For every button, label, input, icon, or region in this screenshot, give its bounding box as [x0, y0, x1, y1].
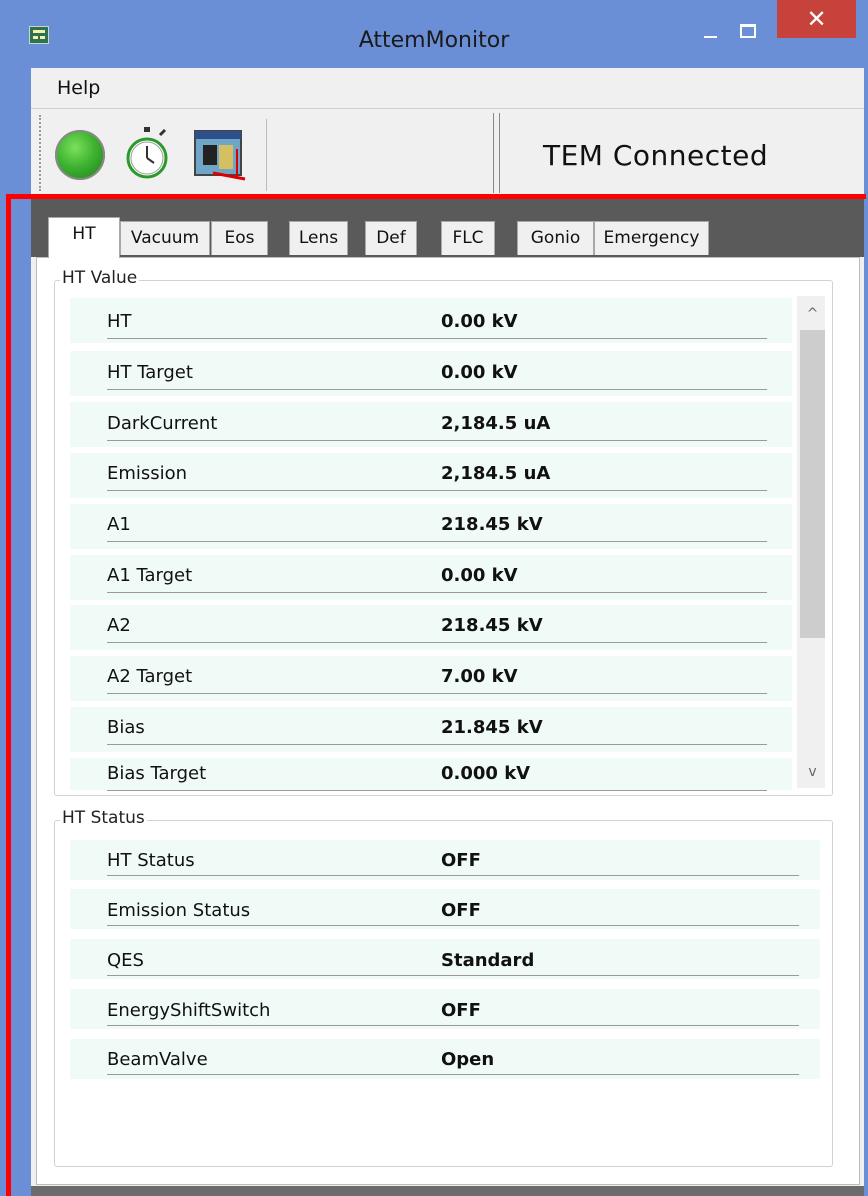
tab-gonio[interactable]: Gonio	[517, 221, 594, 255]
row-divider	[107, 1074, 799, 1075]
tab-def[interactable]: Def	[365, 221, 417, 255]
row-label: HT Status	[107, 850, 195, 871]
app-window: AttemMonitor ✕ Help TEM Connected HT Vac…	[0, 0, 868, 1196]
tab-emergency[interactable]: Emergency	[594, 221, 709, 255]
row-label: BeamValve	[107, 1049, 208, 1070]
tab-panel-ht: HT Value HT 0.00 kV HT Target 0.00 kV Da…	[36, 257, 860, 1185]
maximize-button[interactable]	[731, 16, 763, 42]
row-label: Emission Status	[107, 900, 251, 921]
scrollbar-thumb[interactable]	[800, 330, 825, 638]
ht-value-title: HT Value	[60, 268, 140, 288]
row-label: DarkCurrent	[107, 413, 218, 434]
row-value: 0.00 kV	[441, 565, 518, 586]
window-bottom-border	[31, 1186, 864, 1196]
tab-lens[interactable]: Lens	[289, 221, 348, 255]
row-divider	[107, 642, 767, 643]
row-divider	[107, 975, 799, 976]
row-divider	[107, 440, 767, 441]
tab-eos[interactable]: Eos	[211, 221, 268, 255]
row-value: 0.000 kV	[441, 763, 531, 784]
toolbar: TEM Connected	[31, 109, 864, 197]
row-value: 218.45 kV	[441, 514, 543, 535]
row-label: A1 Target	[107, 565, 193, 586]
toolbar-grip[interactable]	[39, 115, 45, 191]
row-label: EnergyShiftSwitch	[107, 1000, 271, 1021]
stopwatch-icon[interactable]	[124, 125, 170, 185]
menu-help[interactable]: Help	[57, 77, 100, 99]
connection-status: TEM Connected	[543, 139, 769, 172]
row-value: Open	[441, 1049, 495, 1070]
close-button[interactable]: ✕	[777, 0, 856, 38]
row-divider	[107, 744, 767, 745]
table-row	[70, 707, 792, 752]
row-value: 7.00 kV	[441, 666, 518, 687]
row-label: HT Target	[107, 362, 193, 383]
row-label: Emission	[107, 463, 188, 484]
scroll-up-arrow-icon[interactable]: ^	[800, 302, 825, 326]
tab-ht[interactable]: HT	[48, 217, 120, 258]
row-value: 2,184.5 uA	[441, 463, 551, 484]
row-divider	[107, 790, 767, 791]
minimize-button[interactable]	[694, 20, 726, 46]
row-value: 0.00 kV	[441, 311, 518, 332]
row-divider	[107, 693, 767, 694]
tool-window-icon[interactable]	[193, 129, 251, 183]
title-bar[interactable]: AttemMonitor ✕	[0, 0, 868, 64]
highlight-frame-top	[8, 194, 866, 199]
row-label: HT	[107, 311, 132, 332]
row-divider	[107, 338, 767, 339]
row-value: 0.00 kV	[441, 362, 518, 383]
toolbar-separator	[266, 119, 267, 191]
row-label: QES	[107, 950, 144, 971]
row-value: 21.845 kV	[441, 717, 543, 738]
row-divider	[107, 1025, 799, 1026]
ht-status-title: HT Status	[60, 808, 147, 828]
row-value: OFF	[441, 1000, 481, 1021]
row-label: Bias Target	[107, 763, 207, 784]
status-separator	[493, 113, 500, 193]
row-divider	[107, 490, 767, 491]
table-row	[70, 504, 792, 549]
scroll-down-arrow-icon[interactable]: v	[800, 760, 825, 784]
highlight-frame-left	[6, 194, 11, 1196]
table-row	[70, 605, 792, 650]
menu-bar: Help	[31, 68, 864, 109]
row-divider	[107, 592, 767, 593]
tab-flc[interactable]: FLC	[441, 221, 495, 255]
green-status-icon[interactable]	[55, 130, 105, 180]
row-divider	[107, 541, 767, 542]
row-value: OFF	[441, 900, 481, 921]
row-label: A2	[107, 615, 131, 636]
row-divider	[107, 925, 799, 926]
row-divider	[107, 875, 799, 876]
row-value: Standard	[441, 950, 535, 971]
row-value: 218.45 kV	[441, 615, 543, 636]
row-label: A1	[107, 514, 131, 535]
row-divider	[107, 389, 767, 390]
row-value: OFF	[441, 850, 481, 871]
table-row	[70, 298, 792, 343]
row-value: 2,184.5 uA	[441, 413, 551, 434]
row-label: Bias	[107, 717, 145, 738]
content-area: HT Vacuum Eos Lens Def FLC Gonio Emergen…	[31, 197, 864, 1196]
tab-vacuum[interactable]: Vacuum	[120, 221, 210, 255]
row-label: A2 Target	[107, 666, 193, 687]
